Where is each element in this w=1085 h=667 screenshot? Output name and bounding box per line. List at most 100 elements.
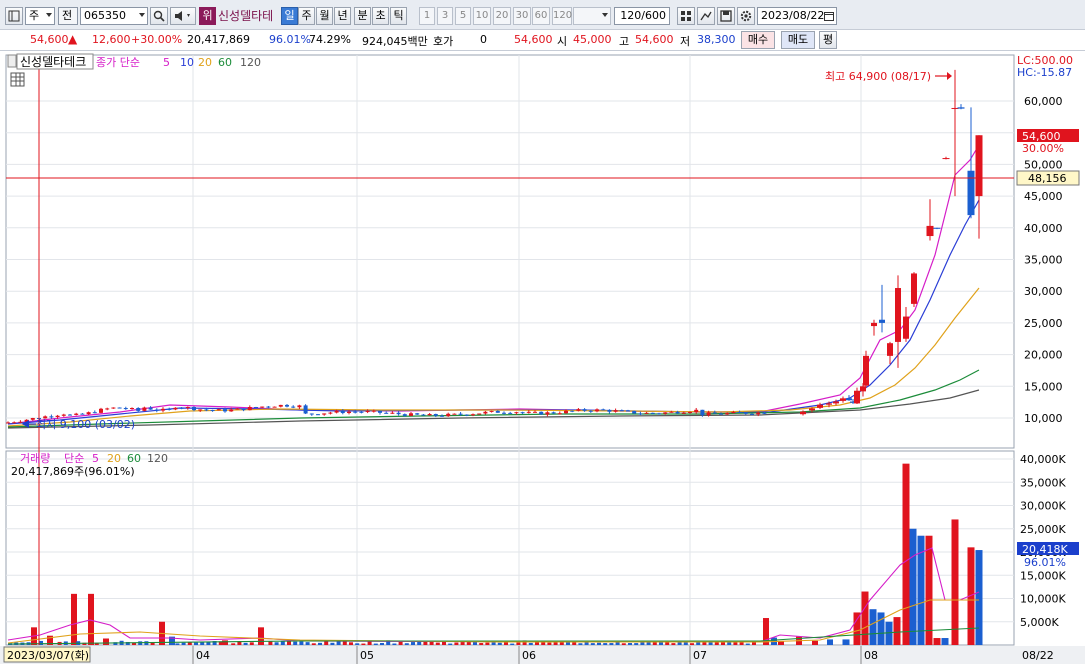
date-input[interactable]: 2023/08/22	[757, 7, 837, 25]
candle-body	[520, 412, 525, 414]
volume-bar	[293, 641, 298, 645]
count-value: 120	[620, 9, 642, 22]
candle-body	[309, 413, 314, 415]
settings-gear-icon[interactable]	[737, 7, 755, 25]
volume-bar	[258, 627, 264, 645]
volume-last-pct: 96.01%	[1024, 556, 1066, 569]
candle-body	[694, 409, 699, 413]
volume-bar	[869, 609, 877, 645]
interval-button-30[interactable]: 30	[513, 7, 531, 25]
interval-button-1[interactable]: 1	[419, 7, 435, 25]
ma-period-5: 5	[163, 56, 170, 69]
interval-button-10[interactable]: 10	[473, 7, 491, 25]
candle-body	[688, 412, 692, 414]
ma-period-60: 60	[218, 56, 232, 69]
candle-body	[266, 406, 271, 408]
volume-bar	[941, 638, 949, 645]
count-field[interactable]: 120/600	[614, 7, 670, 25]
volume-ratio: 96.01%	[269, 33, 311, 46]
interval-button-20[interactable]: 20	[493, 7, 511, 25]
period-tab-4[interactable]: 분	[354, 7, 371, 25]
search-icon[interactable]	[150, 7, 168, 25]
period-tab-6[interactable]: 틱	[390, 7, 407, 25]
chart-area[interactable]: 신성델타테크 종가 단순 5 10 20 60 120 LC:500.00 HC…	[0, 52, 1085, 664]
interval-button-3[interactable]: 3	[437, 7, 453, 25]
volume-tick-label: 30,000K	[1020, 500, 1066, 513]
volume-bar	[71, 593, 77, 645]
candle-body	[173, 407, 178, 410]
candle-body	[613, 410, 618, 412]
candle-body	[502, 412, 506, 414]
code-input[interactable]: 065350	[80, 7, 148, 25]
period-tab-1[interactable]: 주	[298, 7, 315, 25]
candle-body	[142, 407, 147, 411]
speaker-icon[interactable]	[170, 7, 196, 25]
low-price: 38,300	[697, 33, 736, 46]
avg-button[interactable]: 평	[819, 31, 837, 49]
trade-amount: 924,045백만	[362, 35, 428, 48]
volume-bar	[975, 550, 983, 645]
chart-toolbar: 주 전 065350 위 신성델타테 120/600 2023/08/22 일주…	[0, 0, 1085, 30]
candle-body	[675, 411, 680, 414]
volume-bar	[590, 643, 595, 645]
table-toggle-icon[interactable]	[10, 72, 25, 87]
prev-button[interactable]: 전	[58, 7, 78, 25]
price-change-pct: +30.00%	[131, 33, 183, 46]
layout-icon[interactable]	[5, 7, 23, 25]
candle-body	[750, 413, 754, 415]
candle-body	[18, 421, 23, 423]
candle-body	[489, 410, 494, 412]
period-tab-0[interactable]: 일	[281, 7, 298, 25]
price-tick-label: 15,000	[1024, 380, 1063, 393]
volume-bar	[194, 642, 198, 645]
volume-bar	[497, 642, 502, 645]
chart-type-select[interactable]: 주	[25, 7, 55, 25]
volume-bar	[842, 639, 850, 645]
code-value: 065350	[84, 9, 126, 22]
candle-body	[421, 414, 426, 416]
candle-body	[458, 413, 463, 415]
volume-label: 거래량	[20, 452, 50, 465]
interval-button-60[interactable]: 60	[532, 7, 550, 25]
volume-bar	[88, 593, 94, 645]
candle-body	[92, 412, 97, 414]
tick-select[interactable]	[573, 7, 611, 25]
trendline-icon[interactable]	[697, 7, 715, 25]
buy-button[interactable]: 매수	[741, 31, 775, 49]
candle-body	[241, 408, 246, 411]
candle-body	[967, 170, 975, 216]
price-volume-chart[interactable]: 신성델타테크 종가 단순 5 10 20 60 120 LC:500.00 HC…	[0, 52, 1085, 664]
volume-bar	[330, 642, 335, 645]
interval-button-120[interactable]: 120	[552, 7, 572, 25]
sell-button[interactable]: 매도	[781, 31, 815, 49]
hoga-value: 0	[480, 33, 487, 46]
volume-bar	[609, 643, 614, 645]
candle-body	[192, 407, 196, 411]
volume-last-tag-text: 20,418K	[1022, 543, 1068, 556]
save-icon[interactable]	[717, 7, 735, 25]
volume-ma-5: 5	[92, 452, 99, 465]
interval-button-5[interactable]: 5	[455, 7, 471, 25]
candle-body	[247, 407, 252, 411]
volume-bar	[349, 642, 353, 645]
ma-label: 종가 단순	[96, 56, 140, 69]
period-tab-2[interactable]: 월	[316, 7, 333, 25]
volume-bar	[578, 643, 583, 645]
candle-body	[619, 410, 624, 412]
candle-body	[879, 319, 885, 323]
candle-body	[347, 411, 351, 414]
volume: 20,417,869	[187, 33, 250, 46]
volume-tick-label: 35,000K	[1020, 476, 1066, 489]
candle-body	[30, 418, 35, 420]
volume-ma-60: 60	[127, 452, 141, 465]
candle-body	[663, 412, 668, 414]
grid-toggle-icon[interactable]	[677, 7, 695, 25]
period-tab-5[interactable]: 초	[372, 7, 389, 25]
volume-bar	[902, 463, 910, 645]
candle-body	[644, 412, 649, 414]
volume-tick-label: 25,000K	[1020, 523, 1066, 536]
candle-body	[6, 422, 10, 424]
candle-body	[731, 411, 736, 414]
stock-label: 신성델타테크	[20, 55, 86, 69]
period-tab-3[interactable]: 년	[334, 7, 351, 25]
